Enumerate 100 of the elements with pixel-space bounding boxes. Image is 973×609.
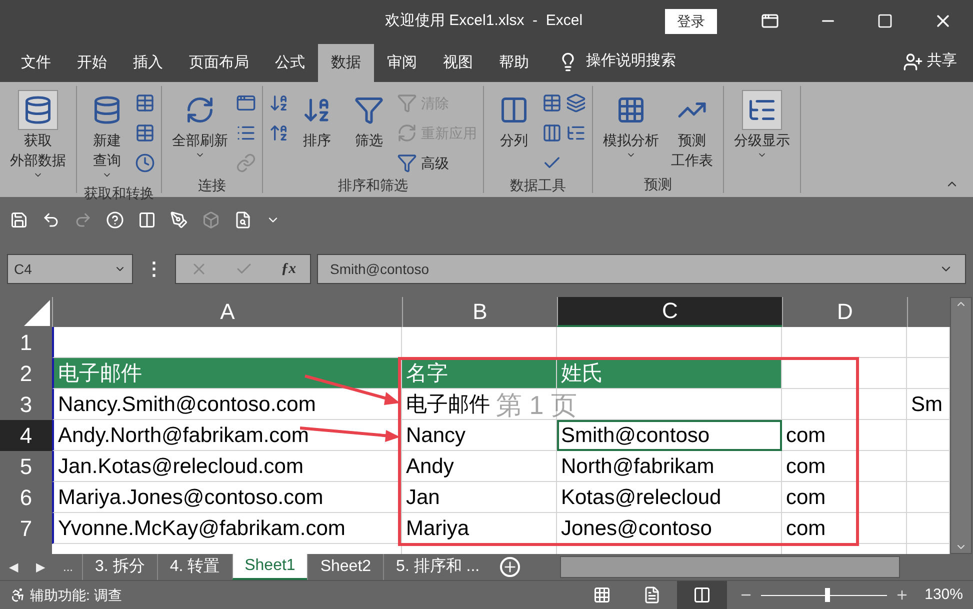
tool-icon [269,123,289,143]
group-label: 预测 [643,175,673,193]
page-watermark: 第 1 页 [496,392,577,418]
view-button[interactable] [676,581,727,609]
table-cell: Mariya [402,513,557,544]
group-label: 排序和筛选 [337,176,409,194]
zoom-in-icon[interactable] [894,588,909,602]
ribbon-button[interactable]: 分级显示 [730,86,794,164]
row-header[interactable]: 1 [0,327,52,358]
ribbon-tab[interactable]: 插入 [120,44,176,82]
table-cell: com [782,451,907,482]
tool-icon [269,93,289,113]
grip-handle[interactable]: ⋮ [139,256,169,282]
ribbon-display-icon[interactable] [761,12,779,30]
share-button[interactable]: 共享 [927,50,957,72]
ribbon-button[interactable]: 新建 查询 [83,86,131,184]
grid-icon [592,586,611,604]
table-cell: Mariya.Jones@contoso.com [52,482,402,513]
row-header[interactable]: 4 [0,420,52,451]
tell-me-search[interactable]: 操作说明搜索 [586,50,676,72]
table-cell: Nancy.Smith@contoso.com [52,389,402,420]
table-cell: Jan.Kotas@relecloud.com [52,451,402,482]
ribbon-tab[interactable]: 文件 [8,44,64,82]
tool-icon [397,153,417,173]
table-cell: Nancy [402,420,557,451]
ribbon-button[interactable]: 模拟分析 [599,86,663,164]
row-header[interactable]: 7 [0,513,52,544]
tool-icon [542,93,562,113]
sheet-nav-button[interactable]: ▶ [27,558,54,576]
row-header[interactable]: 6 [0,482,52,513]
row-header[interactable]: 2 [0,358,52,389]
columns-icon[interactable] [138,211,156,229]
maximize-icon[interactable] [877,13,893,29]
tool-icon [236,93,256,113]
table-cell: Yvonne.McKay@fabrikam.com [52,513,402,544]
ribbon-button[interactable]: 筛选 [345,86,393,154]
ribbon-tab[interactable]: 数据 [318,44,374,82]
zoom-level[interactable]: 130% [924,584,963,606]
table-cell: Andy.North@fabrikam.com [52,420,402,451]
group-label: 数据工具 [509,176,567,194]
pen-icon[interactable] [170,211,188,229]
tool-icon [397,93,417,113]
preview-icon[interactable] [234,211,252,229]
table-cell: 名字 [402,358,557,389]
table-cell: Jones@contoso [557,513,782,544]
database-icon [18,90,58,130]
ribbon-tab[interactable]: 公式 [262,44,318,82]
ribbon-button[interactable]: 预测 工作表 [667,86,717,174]
sheet-tab[interactable]: Sheet1 [232,554,308,580]
tool-icon [135,153,155,173]
sheet-nav-button[interactable]: ... [54,558,82,576]
tool-icon [135,93,155,113]
vertical-scrollbar[interactable] [950,297,972,554]
table-cell: 电子邮件 [52,358,402,389]
ribbon-button[interactable]: 获取 外部数据 [6,86,70,184]
help-icon[interactable] [106,211,124,229]
ribbon-tab[interactable]: 开始 [64,44,120,82]
add-sheet-icon[interactable] [500,557,520,577]
ribbon-button[interactable]: 分列 [490,86,538,154]
tool-icon [397,123,417,143]
table-cell: Kotas@relecloud [557,482,782,513]
row-header[interactable]: 5 [0,451,52,482]
columns-icon [692,586,711,604]
ribbon-tab[interactable]: 帮助 [486,44,542,82]
status-text: 辅助功能: 调查 [30,586,122,604]
table-cell: com [782,482,907,513]
table-cell: com [782,420,907,451]
ribbon-tab[interactable]: 页面布局 [176,44,262,82]
undo-icon[interactable] [42,211,60,229]
page-icon [642,586,661,604]
table-cell [907,544,950,554]
ribbon-small-button[interactable]: 高级 [397,150,477,176]
table-cell: 姓氏 [557,358,782,389]
ribbon-tab[interactable]: 审阅 [374,44,430,82]
horizontal-scrollbar[interactable] [560,556,900,578]
name-box[interactable]: C4 [7,254,133,284]
tool-icon [542,123,562,143]
tool-icon [566,93,586,113]
function-icon[interactable]: ƒx [281,258,296,280]
save-icon[interactable] [10,211,28,229]
formula-field[interactable]: Smith@contoso [317,254,966,284]
sheet-nav-button[interactable]: ◀ [0,558,27,576]
row-header[interactable]: 3 [0,389,52,420]
tool-icon [236,153,256,173]
zoom-thumb[interactable] [825,588,830,602]
column-header[interactable]: C [557,297,782,327]
ribbon-button[interactable]: 全部刷新 [168,86,232,164]
zoom-slider[interactable] [760,588,887,602]
ribbon-button[interactable]: 排序 [293,86,341,154]
share-icon [903,52,923,72]
tool-icon [135,123,155,143]
group-label: 获取和转换 [83,184,155,202]
table-cell: North@fabrikam [557,451,782,482]
sign-in-button[interactable]: 登录 [665,8,717,34]
window-title: 欢迎使用 Excel1.xlsx - Excel [385,11,583,31]
group-label: 连接 [197,176,227,194]
select-all-icon[interactable] [24,300,50,326]
ribbon-tab[interactable]: 视图 [430,44,486,82]
accessibility-icon [10,587,26,603]
table-cell: Smith@contoso [557,420,782,451]
